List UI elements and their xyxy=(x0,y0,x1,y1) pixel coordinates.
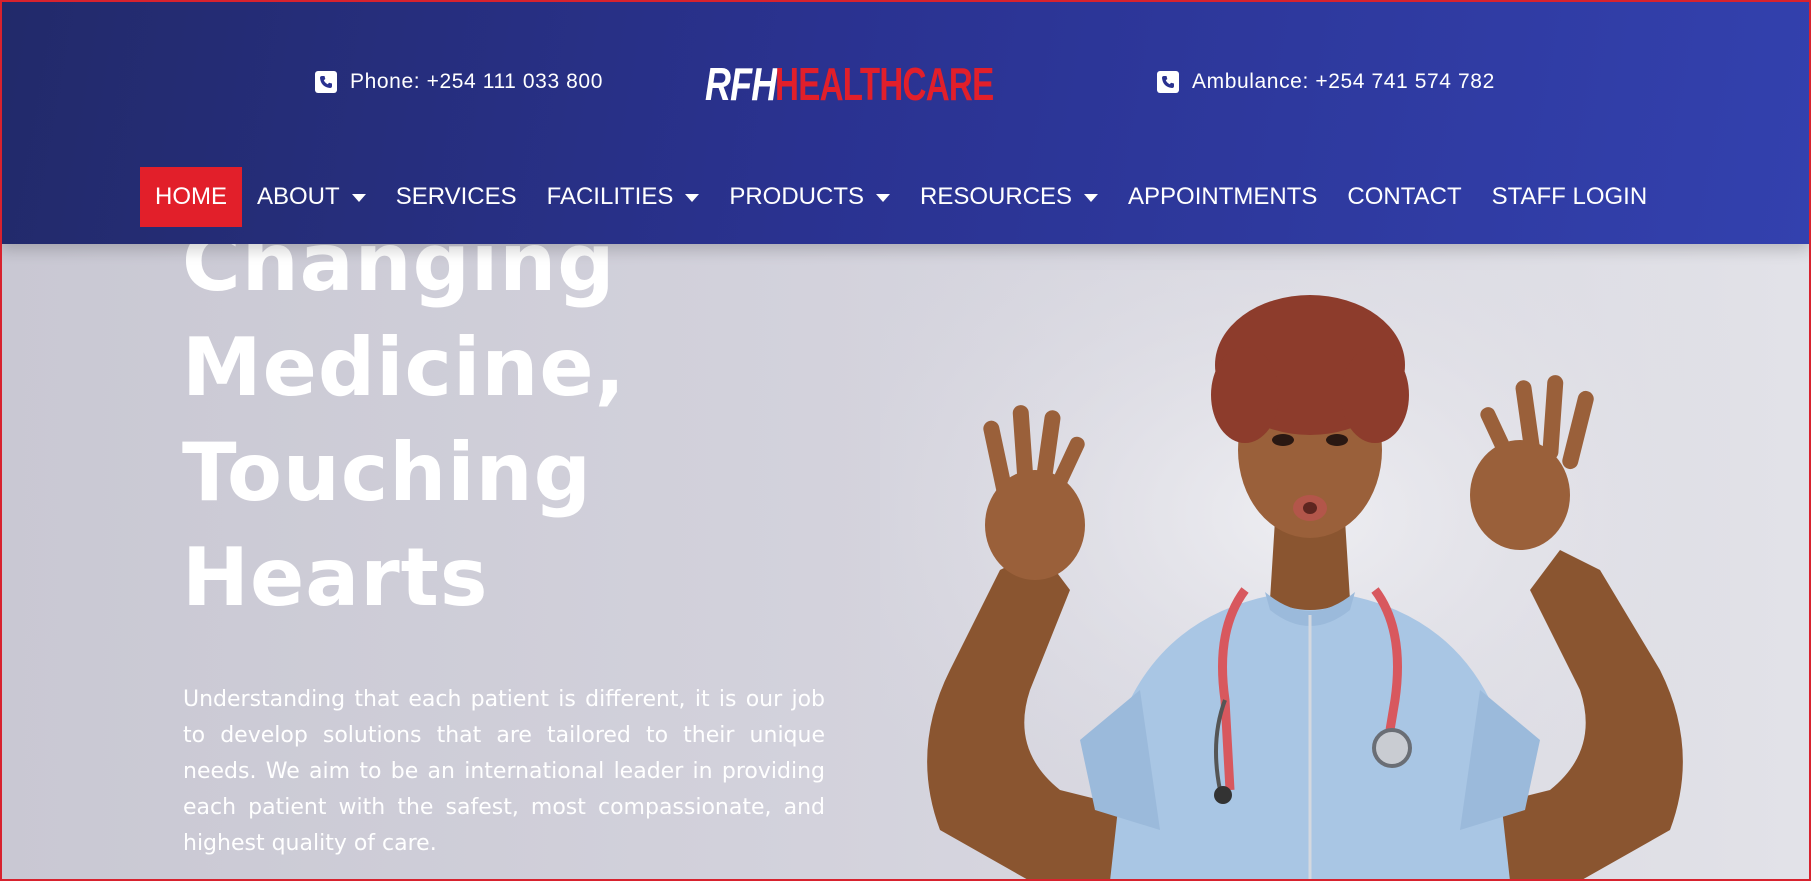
nav-label: APPOINTMENTS xyxy=(1128,183,1318,210)
nav-home[interactable]: HOME xyxy=(140,167,242,227)
nav-contact[interactable]: CONTACT xyxy=(1332,167,1476,227)
nav-about[interactable]: ABOUT xyxy=(242,167,381,227)
phone-icon xyxy=(315,71,337,93)
ambulance-text: Ambulance: +254 741 574 782 xyxy=(1192,70,1495,93)
phone-icon xyxy=(1157,71,1179,93)
chevron-down-icon xyxy=(685,194,700,202)
headline-line: Hearts xyxy=(182,531,489,624)
headline-line: Medicine, xyxy=(182,321,626,414)
site-logo[interactable]: RFH HEALTHCARE xyxy=(705,50,1077,118)
phone-contact[interactable]: Phone: +254 111 033 800 xyxy=(315,70,603,94)
logo-healthcare-text: HEALTHCARE xyxy=(775,58,994,110)
nav-label: RESOURCES xyxy=(920,183,1073,210)
chevron-down-icon xyxy=(1084,194,1099,202)
nav-label: STAFF LOGIN xyxy=(1491,183,1648,210)
nav-products[interactable]: PRODUCTS xyxy=(714,167,905,227)
nav-label: CONTACT xyxy=(1347,183,1462,210)
nav-label: FACILITIES xyxy=(546,183,674,210)
hero-headline: Changing Medicine, Touching Hearts xyxy=(182,210,626,630)
ambulance-contact[interactable]: Ambulance: +254 741 574 782 xyxy=(1157,70,1495,94)
chevron-down-icon xyxy=(351,194,366,202)
nav-label: PRODUCTS xyxy=(729,183,864,210)
main-nav: HOME ABOUT SERVICES FACILITIES PRODUCTS … xyxy=(140,167,1662,227)
phone-text: Phone: +254 111 033 800 xyxy=(350,70,603,93)
nav-resources[interactable]: RESOURCES xyxy=(905,167,1113,227)
nav-staff-login[interactable]: STAFF LOGIN xyxy=(1477,167,1663,227)
chevron-down-icon xyxy=(876,194,890,202)
headline-line: Touching xyxy=(182,426,592,519)
nav-services[interactable]: SERVICES xyxy=(381,167,532,227)
nav-label: HOME xyxy=(155,183,227,210)
site-header: Phone: +254 111 033 800 RFH HEALTHCARE A… xyxy=(0,0,1811,244)
nav-label: SERVICES xyxy=(395,183,517,210)
logo-rfh-text: RFH xyxy=(705,58,777,110)
hero-intro-text: Understanding that each patient is diffe… xyxy=(183,687,825,856)
nav-facilities[interactable]: FACILITIES xyxy=(532,167,715,227)
nav-label: ABOUT xyxy=(257,183,340,210)
nav-appointments[interactable]: APPOINTMENTS xyxy=(1113,167,1332,227)
nurse-photo xyxy=(880,270,1730,881)
